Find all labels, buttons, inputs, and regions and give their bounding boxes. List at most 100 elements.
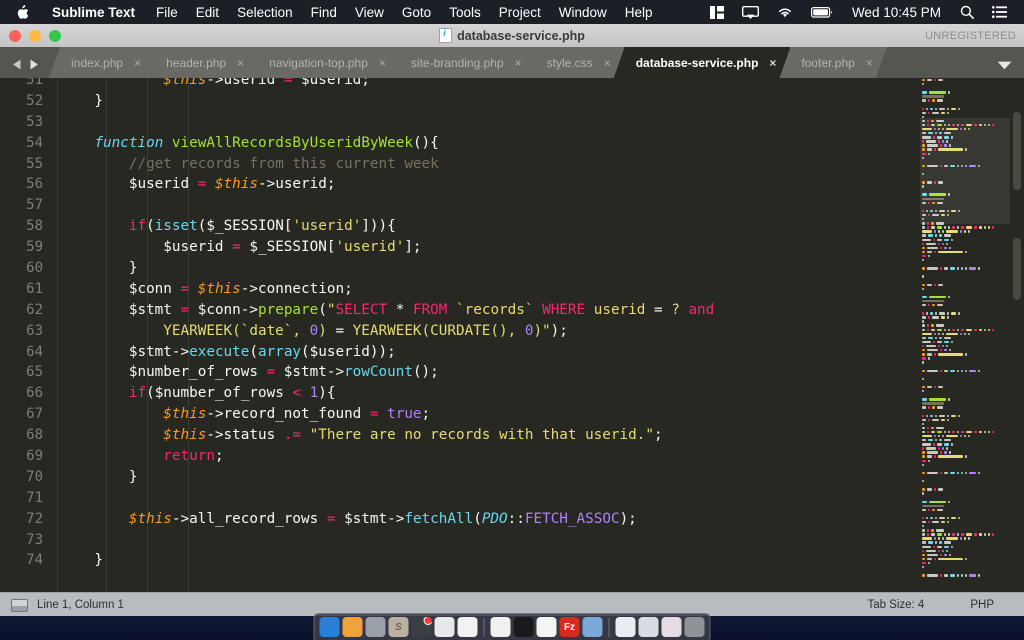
code-token: $userid: [60, 176, 198, 193]
code-token: $this: [163, 427, 207, 444]
close-icon[interactable]: ×: [237, 57, 244, 69]
close-icon[interactable]: ×: [515, 57, 522, 69]
close-icon[interactable]: ×: [379, 57, 386, 69]
code-line: }: [60, 258, 920, 279]
apple-logo-icon[interactable]: [0, 4, 43, 20]
code-token: if: [128, 385, 147, 402]
tab-navigation-top-php[interactable]: navigation-top.php ×: [247, 47, 400, 78]
menu-app-name[interactable]: Sublime Text: [43, 5, 147, 20]
tab-footer-php[interactable]: footer.php ×: [779, 47, 886, 78]
code-token: $this: [128, 510, 172, 527]
code-token: "There are no records with that userid.": [309, 427, 654, 444]
tab-label: style.css: [546, 55, 593, 70]
tab-index-php[interactable]: index.php ×: [49, 47, 155, 78]
dock-icon-blocked-app[interactable]: [457, 617, 478, 637]
code-token: );: [550, 322, 568, 339]
dock-icon-downloads-stack[interactable]: [638, 617, 659, 637]
tab-label: footer.php: [801, 55, 855, 70]
dock-icon-google-chrome[interactable]: [434, 617, 455, 637]
arrow-left-icon[interactable]: [12, 59, 22, 70]
vertical-scrollbar[interactable]: [1010, 78, 1024, 592]
dock-icon-preview[interactable]: [582, 617, 603, 637]
tab-site-branding-php[interactable]: site-branding.php ×: [389, 47, 536, 78]
line-number: 69: [26, 448, 43, 465]
chevron-down-icon[interactable]: [983, 61, 1024, 78]
scrollbar-thumb-upper[interactable]: [1013, 112, 1021, 190]
line-number: 74: [26, 552, 43, 569]
code-content[interactable]: $this->userid = $userid; } function view…: [60, 78, 920, 584]
menu-tools[interactable]: Tools: [440, 5, 490, 20]
dock-icon-app-store[interactable]: [411, 617, 432, 637]
code-token: ;: [214, 448, 224, 465]
tab-label: header.php: [166, 55, 227, 70]
dock-icon-terminal[interactable]: [513, 617, 534, 637]
close-icon[interactable]: ×: [604, 57, 611, 69]
code-token: ;: [421, 406, 431, 423]
code-editor[interactable]: 51 52 53 54 55 56 57 58 59 60 61 62 63 64 65 66 67 68 69 70…: [0, 78, 1024, 592]
menu-file[interactable]: File: [147, 5, 187, 20]
dock-icon-sublime-text[interactable]: S: [388, 617, 409, 637]
close-icon[interactable]: ×: [769, 57, 776, 69]
tab-label: index.php: [71, 55, 124, 70]
dock-icon-removable-disk[interactable]: [615, 617, 636, 637]
wifi-icon[interactable]: [768, 0, 802, 24]
code-token: array: [258, 343, 302, 360]
line-number: 57: [26, 197, 43, 214]
code-token: if: [128, 218, 147, 235]
menu-selection[interactable]: Selection: [228, 5, 302, 20]
menu-edit[interactable]: Edit: [187, 5, 228, 20]
dock-separator: [608, 617, 610, 637]
airplay-icon[interactable]: [733, 0, 768, 24]
tab-style-css[interactable]: style.css ×: [525, 47, 625, 78]
scrollbar-thumb[interactable]: [1013, 238, 1021, 300]
code-token: ->connection;: [240, 280, 353, 297]
syntax-mode-label[interactable]: PHP: [970, 599, 1024, 611]
menu-help[interactable]: Help: [616, 5, 662, 20]
tab-header-php[interactable]: header.php ×: [144, 47, 258, 78]
code-token: YEARWEEK(`date`,: [60, 322, 310, 339]
close-icon[interactable]: ×: [134, 57, 141, 69]
dock-icon-notes[interactable]: [342, 617, 363, 637]
code-minimap[interactable]: [920, 78, 1010, 592]
dock-icon-trash[interactable]: [684, 617, 705, 637]
menu-find[interactable]: Find: [302, 5, 346, 20]
menu-bar-clock[interactable]: Wed 10:45 PM: [842, 5, 951, 20]
list-icon[interactable]: [983, 0, 1016, 24]
code-token: ->record_not_found: [206, 406, 370, 423]
dock-icon-finder[interactable]: [319, 617, 340, 637]
split-view-icon[interactable]: [701, 0, 733, 24]
code-token: FROM: [404, 301, 457, 318]
search-icon[interactable]: [951, 0, 983, 24]
code-token: userid: [593, 301, 655, 318]
code-token: fetchAll: [404, 510, 474, 527]
dock-icon-filezilla[interactable]: Fz: [559, 617, 580, 637]
dock-icon-mamp[interactable]: [536, 617, 557, 637]
arrow-right-icon[interactable]: [29, 59, 39, 70]
code-token: $userid;: [292, 78, 370, 88]
menu-view[interactable]: View: [346, 5, 393, 20]
notification-badge: [423, 617, 432, 625]
menu-project[interactable]: Project: [490, 5, 550, 20]
code-line: $stmt->execute(array($userid));: [60, 342, 920, 363]
code-token: 0: [309, 322, 319, 339]
dock-icon-documents-stack[interactable]: [661, 617, 682, 637]
desktop-background: S Fz: [0, 613, 1024, 640]
dock-icon-launcher[interactable]: [365, 617, 386, 637]
close-icon[interactable]: ×: [866, 57, 873, 69]
menu-goto[interactable]: Goto: [393, 5, 440, 20]
code-token: $stmt->: [60, 343, 190, 360]
menu-window[interactable]: Window: [550, 5, 616, 20]
code-token: ->status: [206, 427, 284, 444]
code-token: execute: [189, 343, 250, 360]
dock-icon-evernote[interactable]: [490, 617, 511, 637]
tab-database-service-php[interactable]: database-service.php ×: [614, 47, 791, 78]
tab-size-label[interactable]: Tab Size: 4: [867, 599, 970, 611]
battery-icon[interactable]: [802, 0, 842, 24]
